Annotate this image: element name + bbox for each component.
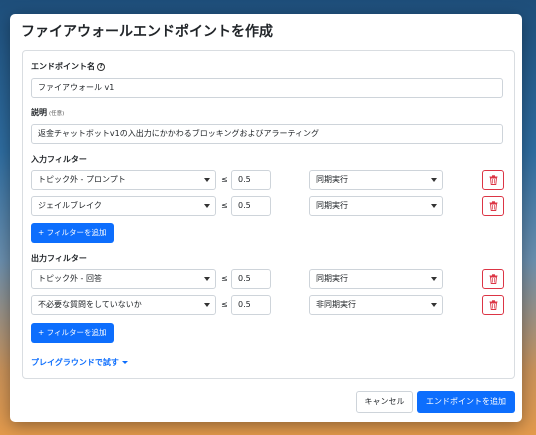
operator-label: ≤ — [221, 201, 228, 210]
operator-label: ≤ — [221, 300, 228, 309]
output-filters-label: 出力フィルター — [31, 254, 87, 263]
mode-value: 同期実行 — [316, 274, 348, 283]
endpoint-name-label-text: エンドポイント名 — [31, 62, 95, 71]
filter-type-select[interactable]: トピック外 - プロンプト — [31, 170, 216, 190]
trash-icon — [489, 175, 497, 185]
add-input-filter-button[interactable]: + フィルターを追加 — [31, 223, 114, 243]
mode-select[interactable]: 同期実行 — [309, 269, 443, 289]
mode-value: 同期実行 — [316, 175, 348, 184]
delete-filter-button[interactable] — [482, 196, 504, 216]
chevron-down-icon — [204, 178, 210, 182]
cancel-button[interactable]: キャンセル — [356, 391, 413, 413]
input-filters-label: 入力フィルター — [31, 155, 87, 164]
chevron-down-icon — [431, 178, 437, 182]
mode-value: 非同期実行 — [316, 300, 356, 309]
threshold-input[interactable]: 0.5 — [231, 269, 271, 289]
trash-icon — [489, 300, 497, 310]
mode-select[interactable]: 非同期実行 — [309, 295, 443, 315]
form-panel: エンドポイント名? ファイアウォール v1 説明 (任意) 返金チャットボットv1… — [22, 50, 515, 379]
filter-type-select[interactable]: ジェイルブレイク — [31, 196, 216, 216]
filter-type-value: ジェイルブレイク — [38, 201, 102, 210]
mode-select[interactable]: 同期実行 — [309, 196, 443, 216]
endpoint-name-input[interactable]: ファイアウォール v1 — [31, 78, 503, 98]
caret-down-icon — [121, 361, 128, 364]
delete-filter-button[interactable] — [482, 170, 504, 190]
add-endpoint-button[interactable]: エンドポイントを追加 — [417, 391, 515, 413]
create-endpoint-dialog: ファイアウォールエンドポイントを作成 エンドポイント名? ファイアウォール v1… — [10, 14, 522, 422]
operator-label: ≤ — [221, 274, 228, 283]
trash-icon — [489, 274, 497, 284]
threshold-input[interactable]: 0.5 — [231, 196, 271, 216]
chevron-down-icon — [431, 204, 437, 208]
chevron-down-icon — [204, 303, 210, 307]
chevron-down-icon — [431, 277, 437, 281]
playground-label: プレイグラウンドで試す — [31, 358, 119, 367]
endpoint-name-label: エンドポイント名? — [31, 61, 105, 73]
optional-hint: (任意) — [49, 111, 65, 117]
question-circle-icon[interactable]: ? — [97, 62, 105, 71]
chevron-down-icon — [204, 277, 210, 281]
operator-label: ≤ — [221, 175, 228, 184]
delete-filter-button[interactable] — [482, 295, 504, 315]
playground-toggle[interactable]: プレイグラウンドで試す — [31, 357, 128, 369]
dialog-title: ファイアウォールエンドポイントを作成 — [21, 24, 273, 40]
threshold-input[interactable]: 0.5 — [231, 295, 271, 315]
mode-value: 同期実行 — [316, 201, 348, 210]
filter-type-value: トピック外 - 回答 — [38, 274, 102, 283]
filter-type-value: トピック外 - プロンプト — [38, 175, 126, 184]
trash-icon — [489, 201, 497, 211]
threshold-input[interactable]: 0.5 — [231, 170, 271, 190]
description-label-text: 説明 — [31, 108, 47, 117]
delete-filter-button[interactable] — [482, 269, 504, 289]
filter-type-select[interactable]: トピック外 - 回答 — [31, 269, 216, 289]
chevron-down-icon — [204, 204, 210, 208]
filter-type-select[interactable]: 不必要な質問をしていないか — [31, 295, 216, 315]
mode-select[interactable]: 同期実行 — [309, 170, 443, 190]
description-input[interactable]: 返金チャットボットv1の入出力にかかわるブロッキングおよびアラーティング — [31, 124, 503, 144]
chevron-down-icon — [431, 303, 437, 307]
description-label: 説明 (任意) — [31, 107, 64, 120]
add-output-filter-button[interactable]: + フィルターを追加 — [31, 323, 114, 343]
filter-type-value: 不必要な質問をしていないか — [38, 300, 142, 309]
